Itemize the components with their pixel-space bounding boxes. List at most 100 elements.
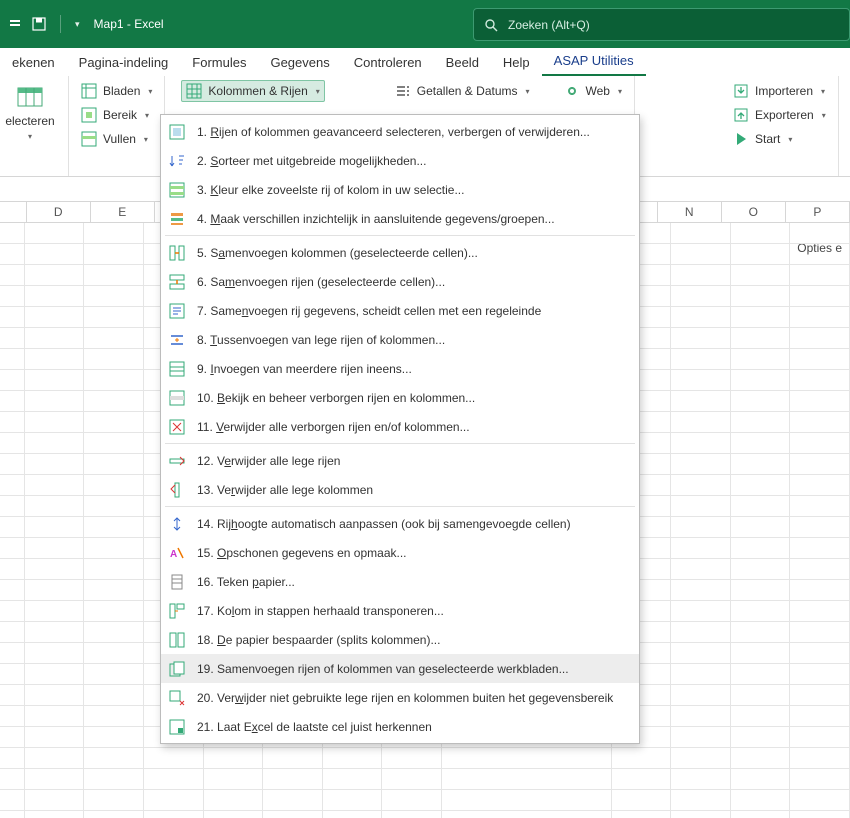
- save-icon[interactable]: [32, 17, 46, 31]
- menu-item-15[interactable]: A 15. Opschonen gegevens en opmaak...: [161, 538, 639, 567]
- selecteren-label: electeren: [5, 114, 54, 128]
- ribbon-group-sheets: Bladen▾ Bereik▾ Vullen▾: [69, 76, 165, 176]
- fill-icon: [81, 131, 97, 147]
- ribbon-group-select: electeren ▾: [0, 76, 69, 176]
- hidden-rows-icon: [169, 390, 185, 406]
- menu-item-19[interactable]: 19. Samenvoegen rijen of kolommen van ge…: [161, 654, 639, 683]
- menu-item-7[interactable]: 7. Samenvoegen rij gegevens, scheidt cel…: [161, 296, 639, 325]
- menu-item-20[interactable]: 20. Verwijder niet gebruikte lege rijen …: [161, 683, 639, 712]
- bladen-label: Bladen: [103, 84, 140, 98]
- col-P[interactable]: P: [786, 202, 850, 222]
- menu-item-5[interactable]: 5. Samenvoegen kolommen (geselecteerde c…: [161, 238, 639, 267]
- merge-cols-icon: [169, 245, 185, 261]
- merge-sheets-icon: [169, 661, 185, 677]
- tab-controleren[interactable]: Controleren: [342, 49, 434, 76]
- selecteren-button[interactable]: electeren ▾: [0, 80, 60, 141]
- getallen-label: Getallen & Datums: [417, 84, 518, 98]
- tab-asap-utilities[interactable]: ASAP Utilities: [542, 47, 646, 76]
- delete-rows-icon: [169, 453, 185, 469]
- quick-access-toolbar: ▾: [8, 15, 80, 33]
- autoexpand-icon[interactable]: [8, 17, 22, 31]
- merge-linebreak-icon: [169, 303, 185, 319]
- link-icon: [564, 83, 580, 99]
- qat-separator: [60, 15, 61, 33]
- web-label: Web: [586, 84, 610, 98]
- importeren-label: Importeren: [755, 84, 813, 98]
- col-O[interactable]: O: [722, 202, 786, 222]
- exporteren-label: Exporteren: [755, 108, 814, 122]
- import-icon: [733, 83, 749, 99]
- columns-rows-icon: [186, 83, 202, 99]
- menu-separator-3: [165, 506, 635, 507]
- col-E[interactable]: E: [91, 202, 155, 222]
- col-N[interactable]: N: [658, 202, 722, 222]
- exporteren-button[interactable]: Exporteren▾: [729, 104, 830, 126]
- window-title: Map1 - Excel: [94, 17, 164, 31]
- svg-text:A: A: [170, 549, 177, 560]
- menu-item-21[interactable]: 21. Laat Excel de laatste cel juist herk…: [161, 712, 639, 741]
- menu-item-1[interactable]: 1. RRijen of kolommen geavanceerd select…: [161, 117, 639, 146]
- title-bar: ▾ Map1 - Excel Zoeken (Alt+Q): [0, 0, 850, 48]
- bereik-label: Bereik: [103, 108, 137, 122]
- menu-item-16[interactable]: 16. Teken papier...: [161, 567, 639, 596]
- tab-help[interactable]: Help: [491, 49, 542, 76]
- export-icon: [733, 107, 749, 123]
- grid-row[interactable]: [0, 790, 850, 811]
- start-button[interactable]: Start▾: [729, 128, 830, 150]
- grid-row[interactable]: [0, 769, 850, 790]
- kolommen-rijen-button[interactable]: Kolommen & Rijen▾: [181, 80, 324, 102]
- menu-item-18[interactable]: 18. De papier bespaarder (splits kolomme…: [161, 625, 639, 654]
- selecteren-icon: [16, 86, 44, 110]
- vullen-label: Vullen: [103, 132, 136, 146]
- delete-cols-icon: [169, 482, 185, 498]
- qat-customize-chevron[interactable]: ▾: [75, 19, 80, 30]
- importeren-button[interactable]: Importeren▾: [729, 80, 830, 102]
- draw-paper-icon: [169, 574, 185, 590]
- getallen-datums-button[interactable]: Getallen & Datums▾: [391, 80, 534, 102]
- kolommen-rijen-menu: 1. RRijen of kolommen geavanceerd select…: [160, 114, 640, 744]
- tab-tekenen[interactable]: ekenen: [0, 49, 67, 76]
- tab-beeld[interactable]: Beeld: [434, 49, 491, 76]
- bereik-button[interactable]: Bereik▾: [77, 104, 156, 126]
- play-icon: [733, 131, 749, 147]
- menu-item-3[interactable]: 3. Kleur elke zoveelste rij of kolom in …: [161, 175, 639, 204]
- web-button[interactable]: Web▾: [560, 80, 626, 102]
- range-icon: [81, 107, 97, 123]
- trim-empty-icon: [169, 690, 185, 706]
- search-box[interactable]: Zoeken (Alt+Q): [473, 8, 850, 41]
- ribbon-group-io: Importeren▾ Exporteren▾ Start▾: [721, 76, 839, 176]
- menu-separator-2: [165, 443, 635, 444]
- reset-lastcell-icon: [169, 719, 185, 735]
- diff-icon: [169, 211, 185, 227]
- menu-item-2[interactable]: 2. Sorteer met uitgebreide mogelijkheden…: [161, 146, 639, 175]
- menu-item-11[interactable]: 11. Verwijder alle verborgen rijen en/of…: [161, 412, 639, 441]
- menu-item-14[interactable]: 14. Rijhoogte automatisch aanpassen (ook…: [161, 509, 639, 538]
- menu-item-9[interactable]: 9. Invoegen van meerdere rijen ineens...: [161, 354, 639, 383]
- transpose-icon: [169, 603, 185, 619]
- tab-pagina-indeling[interactable]: Pagina-indeling: [67, 49, 181, 76]
- menu-item-13[interactable]: 13. Verwijder alle lege kolommen: [161, 475, 639, 504]
- menu-item-12[interactable]: 12. Verwijder alle lege rijen: [161, 446, 639, 475]
- col-D[interactable]: D: [27, 202, 91, 222]
- merge-rows-icon: [169, 274, 185, 290]
- menu-item-6[interactable]: 6. Samenvoegen rijen (geselecteerde cell…: [161, 267, 639, 296]
- grid-row[interactable]: [0, 811, 850, 818]
- chevron-down-icon: ▾: [28, 132, 32, 141]
- vullen-button[interactable]: Vullen▾: [77, 128, 156, 150]
- select-range-icon: [169, 124, 185, 140]
- bladen-button[interactable]: Bladen▾: [77, 80, 156, 102]
- autofit-height-icon: [169, 516, 185, 532]
- delete-hidden-icon: [169, 419, 185, 435]
- tab-formules[interactable]: Formules: [180, 49, 258, 76]
- grid-row[interactable]: [0, 748, 850, 769]
- menu-item-4[interactable]: 4. Maak verschillen inzichtelijk in aans…: [161, 204, 639, 233]
- search-placeholder: Zoeken (Alt+Q): [508, 18, 590, 32]
- numbers-icon: [395, 83, 411, 99]
- menu-item-10[interactable]: 10. Bekijk en beheer verborgen rijen en …: [161, 383, 639, 412]
- shade-rows-icon: [169, 182, 185, 198]
- menu-item-17[interactable]: 17. Kolom in stappen herhaald transponer…: [161, 596, 639, 625]
- tab-gegevens[interactable]: Gegevens: [258, 49, 341, 76]
- insert-empty-icon: [169, 332, 185, 348]
- menu-item-8[interactable]: 8. Tussenvoegen van lege rijen of kolomm…: [161, 325, 639, 354]
- select-all-corner[interactable]: [0, 202, 27, 222]
